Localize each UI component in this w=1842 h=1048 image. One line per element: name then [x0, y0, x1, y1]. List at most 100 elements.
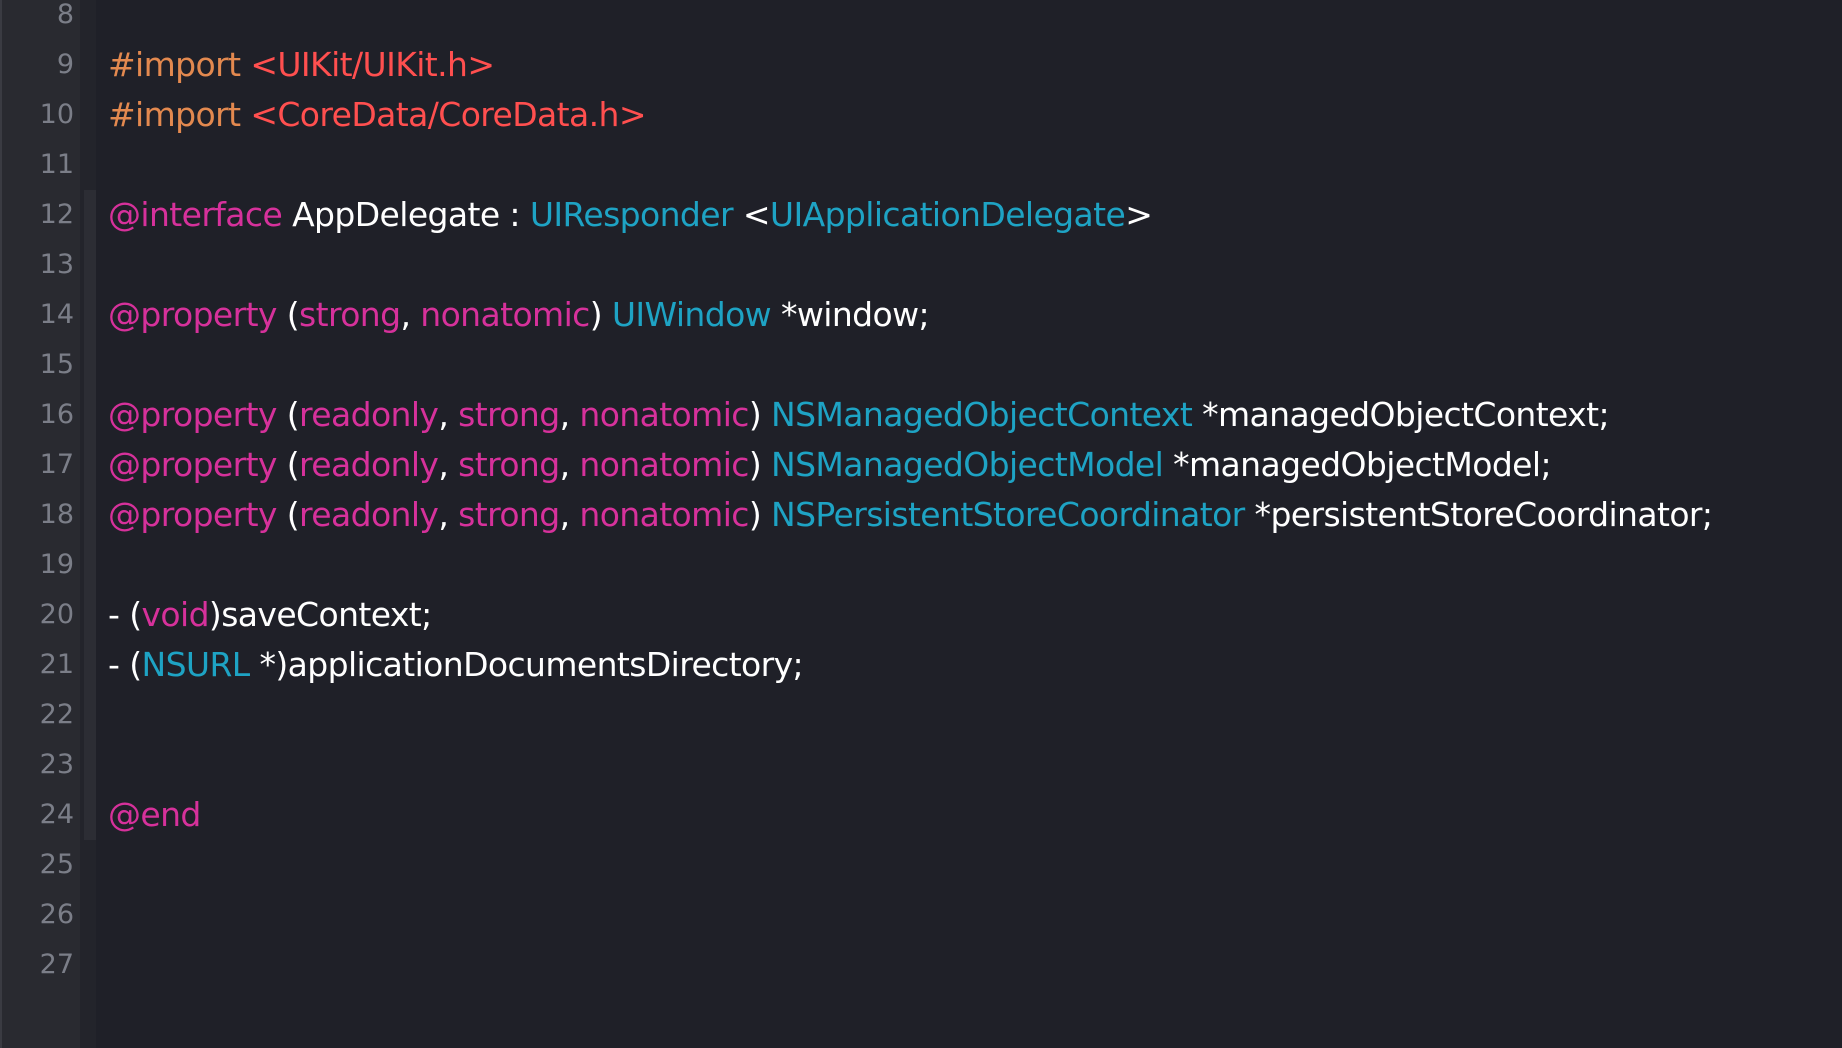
line-number: 22 — [39, 699, 74, 730]
code-token-kw: readonly — [299, 395, 439, 434]
code-token-plain: ( — [276, 395, 300, 434]
code-token-plain: *managedObjectContext; — [1192, 395, 1609, 434]
line-code[interactable]: @interface AppDelegate : UIResponder <UI… — [108, 190, 1153, 240]
code-token-kw: nonatomic — [579, 495, 749, 534]
code-line[interactable]: 15 — [0, 340, 1842, 390]
code-token-pre: #import — [108, 95, 251, 134]
code-token-str: <CoreData/CoreData.h> — [250, 95, 646, 134]
code-token-kw: @property — [108, 395, 277, 434]
code-token-kw: strong — [299, 295, 401, 334]
line-number: 27 — [39, 949, 74, 980]
code-line[interactable]: 25 — [0, 840, 1842, 890]
code-token-kw: nonatomic — [579, 445, 749, 484]
code-token-plain: , — [559, 445, 580, 484]
line-code[interactable]: @property (readonly, strong, nonatomic) … — [108, 490, 1713, 540]
line-number: 23 — [39, 749, 74, 780]
code-line[interactable]: 10 #import <CoreData/CoreData.h> — [0, 90, 1842, 140]
code-line[interactable]: 11 — [0, 140, 1842, 190]
line-code[interactable]: @property (readonly, strong, nonatomic) … — [108, 440, 1552, 490]
code-token-kw: readonly — [299, 495, 439, 534]
line-number: 11 — [39, 149, 74, 180]
code-token-plain: ( — [276, 495, 300, 534]
code-token-plain: *window; — [771, 295, 930, 334]
code-token-kw: @property — [108, 495, 277, 534]
code-token-plain: ( — [276, 445, 300, 484]
line-code[interactable]: @property (strong, nonatomic) UIWindow *… — [108, 290, 930, 340]
code-line[interactable]: 21 - (NSURL *)applicationDocumentsDirecto… — [0, 640, 1842, 690]
code-token-type: UIApplicationDelegate — [769, 195, 1126, 234]
code-line[interactable]: 18 @property (readonly, strong, nonatomic… — [0, 490, 1842, 540]
code-token-type: NSPersistentStoreCoordinator — [770, 495, 1245, 534]
code-token-plain: )saveContext; — [208, 595, 432, 634]
code-token-plain: ) — [589, 295, 612, 334]
code-line[interactable]: 19 — [0, 540, 1842, 590]
code-token-plain: ( — [276, 295, 300, 334]
line-number: 9 — [56, 49, 74, 80]
code-token-plain: - ( — [108, 595, 142, 634]
code-token-kw: @interface — [108, 195, 283, 234]
code-token-type: NSManagedObjectModel — [770, 445, 1164, 484]
line-code[interactable]: - (NSURL *)applicationDocumentsDirectory… — [108, 640, 804, 690]
code-line[interactable]: 17 @property (readonly, strong, nonatomic… — [0, 440, 1842, 490]
code-line[interactable]: 8 — [0, 0, 1842, 40]
code-line[interactable]: 12 @interface AppDelegate : UIResponder <… — [0, 190, 1842, 240]
code-token-pre: #import — [108, 45, 251, 84]
code-token-plain: , — [559, 495, 580, 534]
line-number: 13 — [39, 249, 74, 280]
line-number: 20 — [39, 599, 74, 630]
code-token-plain: ) — [748, 395, 771, 434]
line-number: 18 — [39, 499, 74, 530]
code-token-plain: , — [400, 295, 421, 334]
code-token-type: UIWindow — [611, 295, 772, 334]
code-token-plain: , — [559, 395, 580, 434]
code-line[interactable]: 23 — [0, 740, 1842, 790]
code-token-kw: strong — [458, 495, 560, 534]
code-line[interactable]: 9 #import <UIKit/UIKit.h> — [0, 40, 1842, 90]
code-token-plain: - ( — [108, 645, 142, 684]
code-line[interactable]: 26 — [0, 890, 1842, 940]
code-token-plain: AppDelegate : — [282, 195, 530, 234]
code-token-plain: *managedObjectModel; — [1163, 445, 1552, 484]
line-number: 24 — [39, 799, 74, 830]
code-line[interactable]: 24 @end — [0, 790, 1842, 840]
line-code[interactable]: #import <UIKit/UIKit.h> — [108, 40, 495, 90]
code-token-kw: nonatomic — [579, 395, 749, 434]
code-token-kw: readonly — [299, 445, 439, 484]
code-token-kw: @property — [108, 445, 277, 484]
line-number: 25 — [39, 849, 74, 880]
code-token-type: NSURL — [141, 645, 250, 684]
code-line[interactable]: 16 @property (readonly, strong, nonatomic… — [0, 390, 1842, 440]
code-token-kw: @property — [108, 295, 277, 334]
code-token-kw: strong — [458, 445, 560, 484]
code-editor[interactable]: 8 9 #import <UIKit/UIKit.h> 10 #import <Core… — [0, 0, 1842, 1048]
code-token-plain: ) — [748, 495, 771, 534]
line-code[interactable]: @end — [108, 790, 201, 840]
code-line[interactable]: 27 — [0, 940, 1842, 990]
code-token-kw: strong — [458, 395, 560, 434]
line-number: 8 — [56, 0, 74, 30]
code-token-plain: ) — [748, 445, 771, 484]
line-code[interactable]: #import <CoreData/CoreData.h> — [108, 90, 646, 140]
line-code[interactable]: @property (readonly, strong, nonatomic) … — [108, 390, 1610, 440]
line-number: 19 — [39, 549, 74, 580]
code-token-plain: *persistentStoreCoordinator; — [1244, 495, 1713, 534]
line-number: 10 — [39, 99, 74, 130]
code-line[interactable]: 14 @property (strong, nonatomic) UIWindow… — [0, 290, 1842, 340]
code-line[interactable]: 13 — [0, 240, 1842, 290]
code-line[interactable]: 20 - (void)saveContext; — [0, 590, 1842, 640]
code-token-plain: , — [438, 395, 459, 434]
line-number: 15 — [39, 349, 74, 380]
line-number: 17 — [39, 449, 74, 480]
code-token-kw: void — [141, 595, 209, 634]
code-token-plain: , — [438, 495, 459, 534]
line-number: 26 — [39, 899, 74, 930]
code-token-type: UIResponder — [529, 195, 734, 234]
line-code[interactable]: - (void)saveContext; — [108, 590, 432, 640]
code-token-plain: *)applicationDocumentsDirectory; — [249, 645, 804, 684]
code-token-plain: , — [438, 445, 459, 484]
code-lines[interactable]: 8 9 #import <UIKit/UIKit.h> 10 #import <Core… — [0, 0, 1842, 990]
code-token-plain: > — [1125, 195, 1153, 234]
code-token-kw: nonatomic — [420, 295, 590, 334]
code-line[interactable]: 22 — [0, 690, 1842, 740]
line-number: 12 — [39, 199, 74, 230]
